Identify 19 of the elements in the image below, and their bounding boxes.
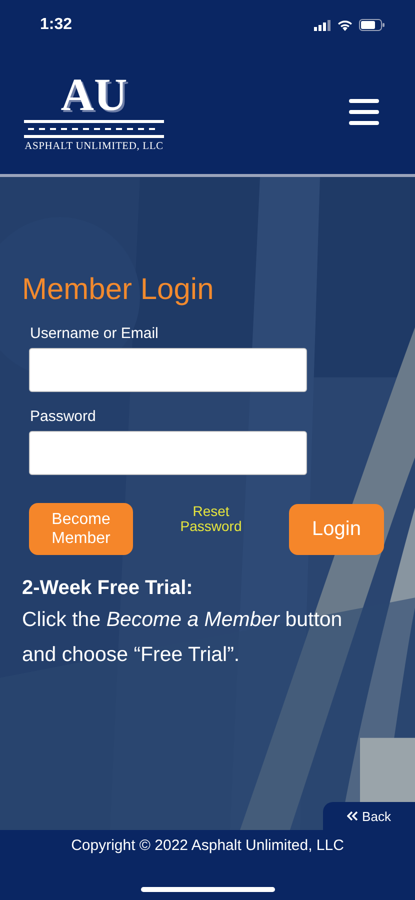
status-time: 1:32 [40, 16, 72, 34]
logo-letters: AU [60, 72, 128, 116]
page-title: Member Login [22, 273, 215, 307]
road-lines-icon [24, 118, 164, 138]
copyright-text: Copyright © 2022 Asphalt Unlimited, LLC [71, 837, 344, 854]
reset-password-link[interactable]: Reset Password [171, 504, 251, 534]
battery-icon [359, 19, 385, 31]
double-chevron-icon [347, 811, 358, 821]
input-field[interactable] [29, 348, 307, 392]
menu-button[interactable] [349, 99, 379, 125]
back-button[interactable]: Back [323, 802, 415, 830]
trial-heading: 2-Week Free Trial: [22, 577, 194, 600]
input-field[interactable] [29, 431, 307, 475]
trial-text: Click the Become a Member button and choose “Free Trial”. [22, 607, 344, 668]
signal-icon [314, 20, 331, 30]
logo-company-name: ASPHALT UNLIMITED, LLC [24, 140, 164, 152]
wifi-icon [337, 19, 353, 31]
field-label: Username or Email [30, 325, 160, 342]
field-label: Password [30, 408, 97, 425]
